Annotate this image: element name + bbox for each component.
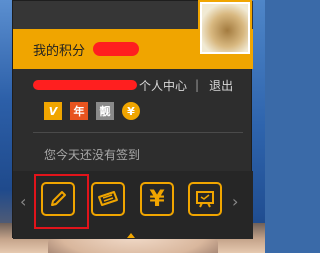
points-label: 我的积分 [33,43,86,59]
caret-indicator [127,233,135,238]
year-badge-icon[interactable]: 年 [70,102,88,120]
yen-badge-icon[interactable]: ¥ [122,102,140,120]
yen-icon[interactable]: ¥ [140,182,174,216]
personal-center-link[interactable]: 个人中心 [139,77,187,94]
avatar-image [202,4,248,52]
chevron-left-icon[interactable]: ‹ [20,192,26,211]
user-row: ████████████ 个人中心 | 退出 [33,77,233,93]
signin-status: 您今天还没有签到 [44,148,141,162]
cool-badge-icon[interactable]: 靓 [96,102,114,120]
ticket-icon[interactable] [91,182,125,216]
board-icon[interactable] [188,182,222,216]
selection-highlight [34,174,89,229]
background-right [251,0,265,253]
logout-link[interactable]: 退出 [209,77,233,94]
avatar[interactable] [198,0,252,56]
divider [33,132,243,133]
username[interactable]: ████████████ [33,80,137,90]
chevron-right-icon[interactable]: › [232,192,238,211]
vip-badge-icon[interactable]: V [44,102,62,120]
link-separator: | [195,78,200,92]
yen-symbol: ¥ [149,186,165,212]
background-left [0,0,12,253]
badge-list: V 年 靓 ¥ [44,102,140,120]
points-value: ████ [93,42,140,56]
